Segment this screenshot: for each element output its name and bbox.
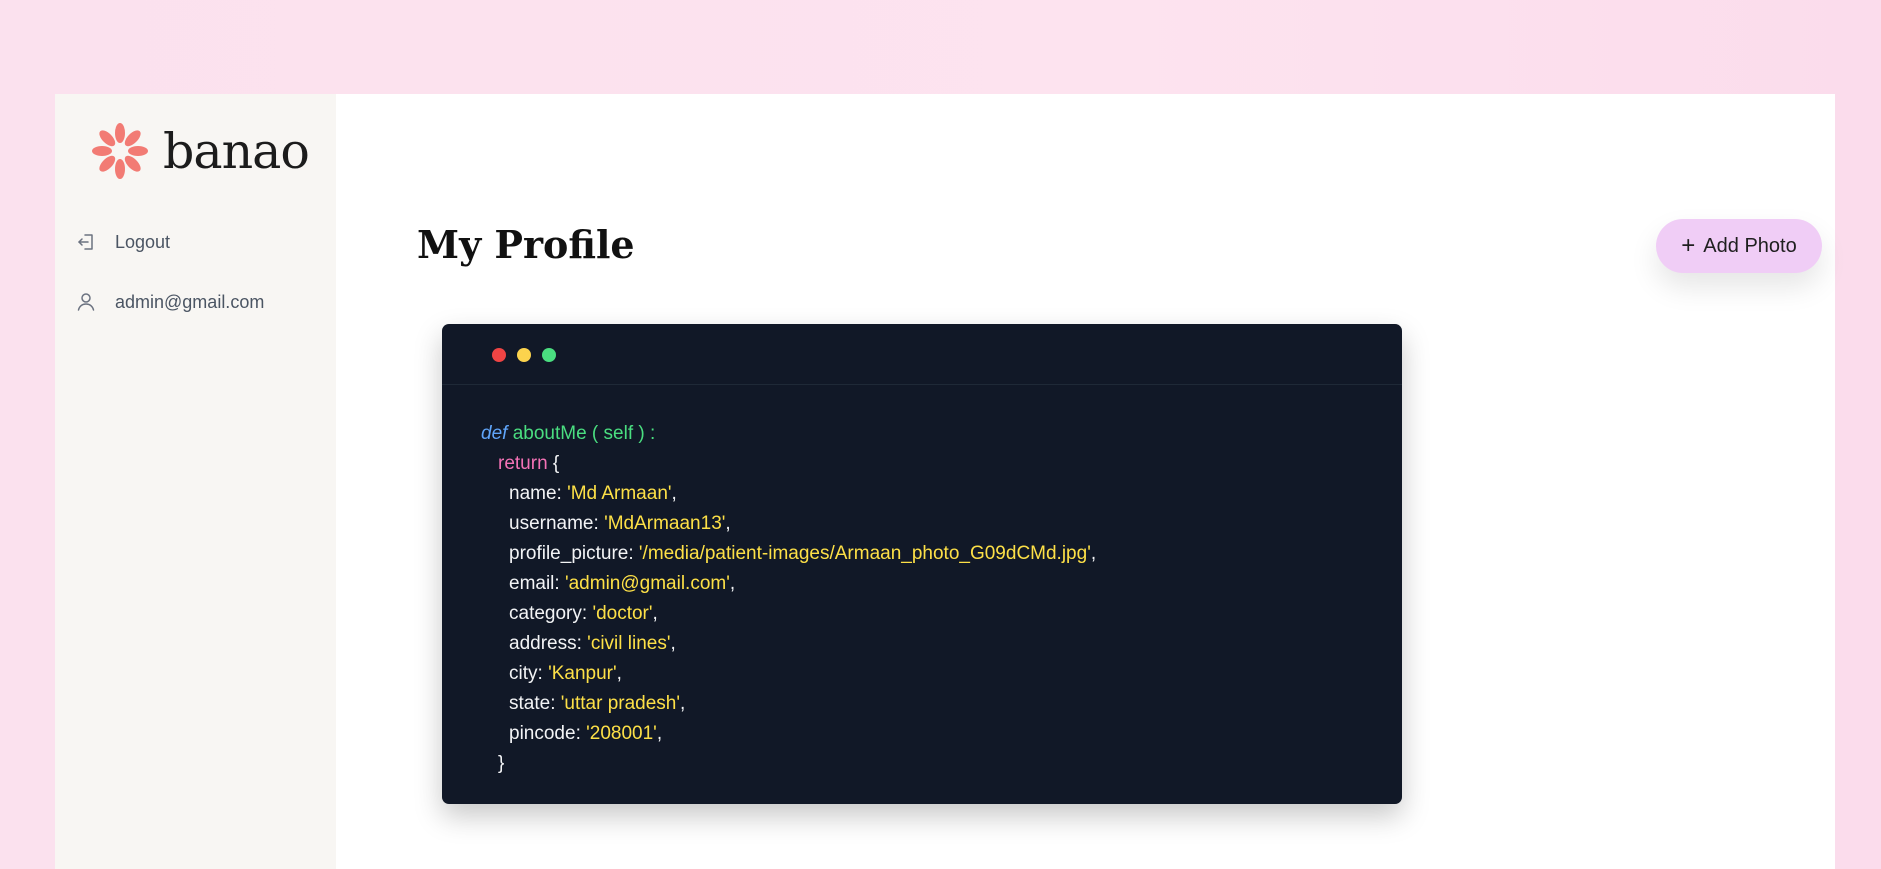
window-close-dot — [492, 348, 506, 362]
window-maximize-dot — [542, 348, 556, 362]
field-value: Md Armaan — [570, 483, 668, 504]
window-minimize-dot — [517, 348, 531, 362]
flower-logo-icon — [92, 123, 148, 179]
code-block: def aboutMe ( self ) : return { name: 'M… — [481, 419, 1096, 779]
field-value: MdArmaan13 — [607, 513, 722, 534]
code-field-line: category: 'doctor', — [509, 603, 658, 624]
sidebar-item-account[interactable]: admin@gmail.com — [75, 291, 264, 313]
code-field-line: username: 'MdArmaan13', — [509, 513, 731, 534]
sidebar: banao Logout admin@gmail.com — [55, 94, 336, 869]
field-key: email — [509, 573, 555, 594]
logout-icon — [75, 231, 97, 253]
code-field-line: state: 'uttar pradesh', — [509, 693, 686, 714]
code-line-def: def aboutMe ( self ) : — [481, 419, 1096, 449]
return-keyword: return — [498, 453, 548, 474]
field-key: category — [509, 603, 582, 624]
field-key: username — [509, 513, 594, 534]
code-field-line: city: 'Kanpur', — [509, 663, 622, 684]
field-value: civil lines — [590, 633, 667, 654]
code-window-header — [442, 324, 1402, 385]
sidebar-item-label: Logout — [115, 231, 171, 252]
page-title: My Profile — [417, 222, 635, 267]
field-value: doctor — [596, 603, 649, 624]
field-key: city — [509, 663, 538, 684]
sidebar-item-logout[interactable]: Logout — [75, 231, 170, 253]
field-value: admin@gmail.com — [568, 573, 727, 594]
code-fields: name: 'Md Armaan', username: 'MdArmaan13'… — [481, 479, 1096, 749]
field-value: Kanpur — [551, 663, 613, 684]
function-signature: aboutMe ( self ) : — [512, 423, 656, 444]
code-field-line: name: 'Md Armaan', — [509, 483, 677, 504]
add-photo-button[interactable]: + Add Photo — [1656, 219, 1822, 273]
brand-name: banao — [163, 122, 310, 180]
field-value: uttar pradesh — [564, 693, 677, 714]
field-key: name — [509, 483, 557, 504]
field-key: state — [509, 693, 551, 714]
close-brace: } — [498, 753, 505, 774]
open-brace: { — [552, 453, 560, 474]
code-field-line: email: 'admin@gmail.com', — [509, 573, 736, 594]
field-key: pincode — [509, 723, 576, 744]
code-line-return: return { — [481, 449, 1096, 479]
code-field-line: profile_picture: '/media/patient-images/… — [509, 543, 1097, 564]
plus-icon: + — [1681, 232, 1696, 259]
field-key: address — [509, 633, 577, 654]
field-value: /media/patient-images/Armaan_photo_G09dC… — [642, 543, 1088, 564]
code-line-close: } — [481, 749, 1096, 779]
sidebar-item-label: admin@gmail.com — [115, 291, 265, 312]
code-field-line: address: 'civil lines', — [509, 633, 676, 654]
code-field-line: pincode: '208001', — [509, 723, 663, 744]
user-icon — [75, 291, 97, 313]
app-shell: banao Logout admin@gmail.com My Profile … — [55, 94, 1835, 869]
brand-logo[interactable]: banao — [89, 120, 310, 182]
code-window: def aboutMe ( self ) : return { name: 'M… — [442, 324, 1402, 804]
main-content: My Profile + Add Photo def aboutMe ( sel… — [336, 94, 1835, 869]
field-key: profile_picture — [509, 543, 629, 564]
def-keyword: def — [481, 423, 508, 444]
add-photo-label: Add Photo — [1703, 234, 1797, 257]
field-value: 208001 — [589, 723, 654, 744]
